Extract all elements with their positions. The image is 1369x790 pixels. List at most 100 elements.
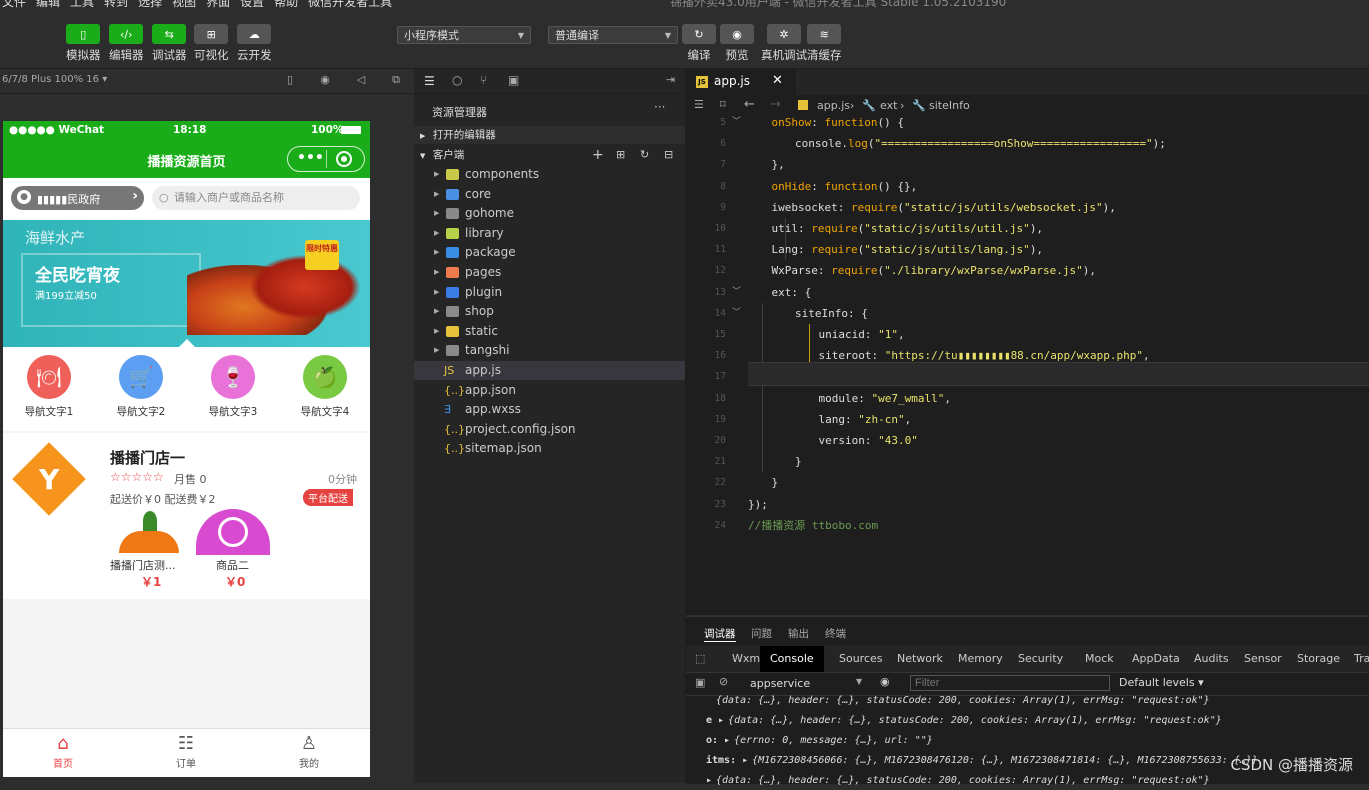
panel-toggle-icon[interactable]: ⇥ (666, 73, 675, 86)
folder-pages[interactable]: ▶ pages (414, 263, 685, 282)
fold-chevron-icon[interactable]: ﹀ (732, 303, 741, 324)
file-sitemap-json[interactable]: {..} sitemap.json (414, 439, 685, 458)
debugger-tab[interactable]: 问题 (751, 626, 772, 641)
tab-user[interactable]: ♙ 我的 (279, 733, 339, 770)
debug-icon[interactable]: ▣ (508, 73, 519, 87)
more-icon[interactable]: ••• (297, 150, 324, 166)
folder-static[interactable]: ▶ static (414, 322, 685, 341)
console-line[interactable]: {data: {…}, header: {…}, statusCode: 200… (686, 691, 1369, 710)
panel-tab-sensor[interactable]: Sensor (1244, 646, 1282, 672)
panel-tab-memory[interactable]: Memory (958, 646, 1003, 672)
levels-select[interactable]: Default levels ▾ (1119, 676, 1204, 689)
toolbar-phone-button[interactable]: ▯ 模拟器 (66, 24, 101, 63)
menu-item[interactable]: 转到 (104, 0, 128, 8)
toolbar-code-button[interactable]: ‹/› 编辑器 (109, 24, 144, 63)
menu-item[interactable]: 文件 (2, 0, 26, 8)
bookmark-icon[interactable]: ⌑ (720, 98, 726, 111)
tab-app-js[interactable]: JS app.js ✕ (686, 69, 796, 95)
panel-tab-sources[interactable]: Sources (839, 646, 883, 672)
menu-item[interactable]: 微信开发者工具 (308, 0, 392, 8)
menu-item[interactable]: 选择 (138, 0, 162, 8)
list-icon[interactable]: ☰ (694, 98, 704, 111)
menu-item[interactable]: 帮助 (274, 0, 298, 8)
inspect-icon[interactable]: ⬚ (695, 652, 705, 665)
volume-icon[interactable]: ◁ (355, 74, 367, 86)
crumb-siteinfo[interactable]: siteInfo (929, 99, 970, 112)
file-project-config-json[interactable]: {..} project.config.json (414, 420, 685, 439)
crumb-ext[interactable]: ext (880, 99, 897, 112)
device-select[interactable]: 6/7/8 Plus 100% 16 ▾ (2, 74, 107, 85)
phone-icon[interactable]: ▯ (284, 74, 296, 86)
context-select[interactable]: appservice (750, 677, 810, 690)
panel-tab-storage[interactable]: Storage (1297, 646, 1340, 672)
panel-tab-security[interactable]: Security (1018, 646, 1063, 672)
toolbar-debug-button[interactable]: ⇆ 调试器 (152, 24, 187, 63)
toolbar-layers-button[interactable]: ≋ 清缓存 (807, 24, 842, 63)
nav-item-2[interactable]: 🛒 导航文字2 (101, 355, 181, 419)
crumb-file[interactable]: app.js (817, 99, 850, 112)
toolbar-cloud-button[interactable]: ☁ 云开发 (237, 24, 272, 63)
explorer-icon[interactable]: ☰ (424, 74, 435, 88)
debugger-tab[interactable]: 调试器 (704, 626, 736, 642)
collapse-icon[interactable]: ⊟ (664, 146, 673, 164)
forward-icon[interactable]: → (770, 97, 781, 112)
panel-tab-wxml[interactable]: Wxml (732, 646, 763, 672)
compile-select[interactable]: 普通编译 ▼ (548, 26, 678, 44)
folder-shop[interactable]: ▶ shop (414, 302, 685, 321)
product-image-2[interactable] (196, 509, 270, 555)
console-line[interactable]: e ▸ {data: {…}, header: {…}, statusCode: … (686, 711, 1369, 730)
toolbar-eye-button[interactable]: ◉ 预览 (720, 24, 754, 63)
file-app-js[interactable]: JS app.js (414, 361, 685, 380)
toolbar-refresh-button[interactable]: ↻ 编译 (682, 24, 716, 63)
record-icon[interactable]: ◉ (319, 74, 331, 86)
back-icon[interactable]: ← (744, 97, 755, 112)
search-icon[interactable]: ○ (452, 73, 462, 87)
folder-gohome[interactable]: ▶ gohome (414, 204, 685, 223)
filter-input[interactable] (910, 675, 1110, 691)
nav-item-1[interactable]: 🍽 导航文字1 (9, 355, 89, 419)
search-input[interactable]: ○ 请输入商户或商品名称 (152, 186, 360, 210)
folder-components[interactable]: ▶ components (414, 165, 685, 184)
close-mp-icon[interactable] (336, 151, 352, 167)
nav-item-3[interactable]: 🍷 导航文字3 (193, 355, 273, 419)
capsule-menu[interactable]: ••• (287, 146, 365, 172)
window-icon[interactable]: ⧉ (390, 74, 402, 86)
folder-core[interactable]: ▶ core (414, 185, 685, 204)
panel-tab-audits[interactable]: Audits (1194, 646, 1229, 672)
location-button[interactable]: ● ▮▮▮▮▮民政府 › (11, 186, 144, 210)
new-folder-icon[interactable]: ⊞ (616, 146, 625, 164)
fold-chevron-icon[interactable]: ﹀ (732, 112, 741, 133)
refresh-icon[interactable]: ↻ (640, 146, 649, 164)
open-editors-section[interactable]: ▶ 打开的编辑器 (414, 126, 685, 144)
mode-select[interactable]: 小程序模式 ▼ (397, 26, 531, 44)
panel-tab-mock[interactable]: Mock (1085, 646, 1114, 672)
tab-home[interactable]: ⌂ 首页 (33, 733, 93, 770)
console-line[interactable]: o: ▸ {errno: 0, message: {…}, url: ""} (686, 731, 1369, 750)
menu-item[interactable]: 设置 (240, 0, 264, 8)
source-control-icon[interactable]: ⑂ (480, 73, 487, 87)
more-options-icon[interactable]: ··· (654, 100, 665, 114)
folder-library[interactable]: ▶ library (414, 224, 685, 243)
panel-tab-network[interactable]: Network (897, 646, 943, 672)
panel-tab-tra[interactable]: Tra (1354, 646, 1369, 672)
tab-order[interactable]: ☷ 订单 (156, 733, 216, 770)
folder-tangshi[interactable]: ▶ tangshi (414, 341, 685, 360)
menu-item[interactable]: 工具 (70, 0, 94, 8)
store-card[interactable]: Y 播播门店一 ☆☆☆☆☆ 月售 0 0分钟 起送价￥0 配送费￥2 平台配送 … (3, 433, 370, 599)
product-image-1[interactable] (117, 509, 181, 553)
panel-tab-appdata[interactable]: AppData (1132, 646, 1180, 672)
menu-item[interactable]: 编辑 (36, 0, 60, 8)
debugger-tab[interactable]: 输出 (788, 626, 809, 641)
toolbar-layout-button[interactable]: ⊞ 可视化 (194, 24, 229, 63)
toolbar-bug-button[interactable]: ✲ 真机调试 (761, 24, 807, 63)
menu-item[interactable]: 视图 (172, 0, 196, 8)
client-section[interactable]: ▼ 客户端 + ⊞ ↻ ⊟ (414, 146, 685, 164)
sidebar-toggle-icon[interactable]: ▣ (695, 676, 705, 689)
debugger-tab[interactable]: 终端 (825, 626, 846, 641)
file-app-json[interactable]: {..} app.json (414, 381, 685, 400)
nav-item-4[interactable]: 🍏 导航文字4 (285, 355, 365, 419)
close-icon[interactable]: ✕ (772, 73, 783, 88)
folder-plugin[interactable]: ▶ plugin (414, 283, 685, 302)
eye-icon[interactable]: ◉ (880, 675, 890, 688)
file-app-wxss[interactable]: ∃ app.wxss (414, 400, 685, 419)
